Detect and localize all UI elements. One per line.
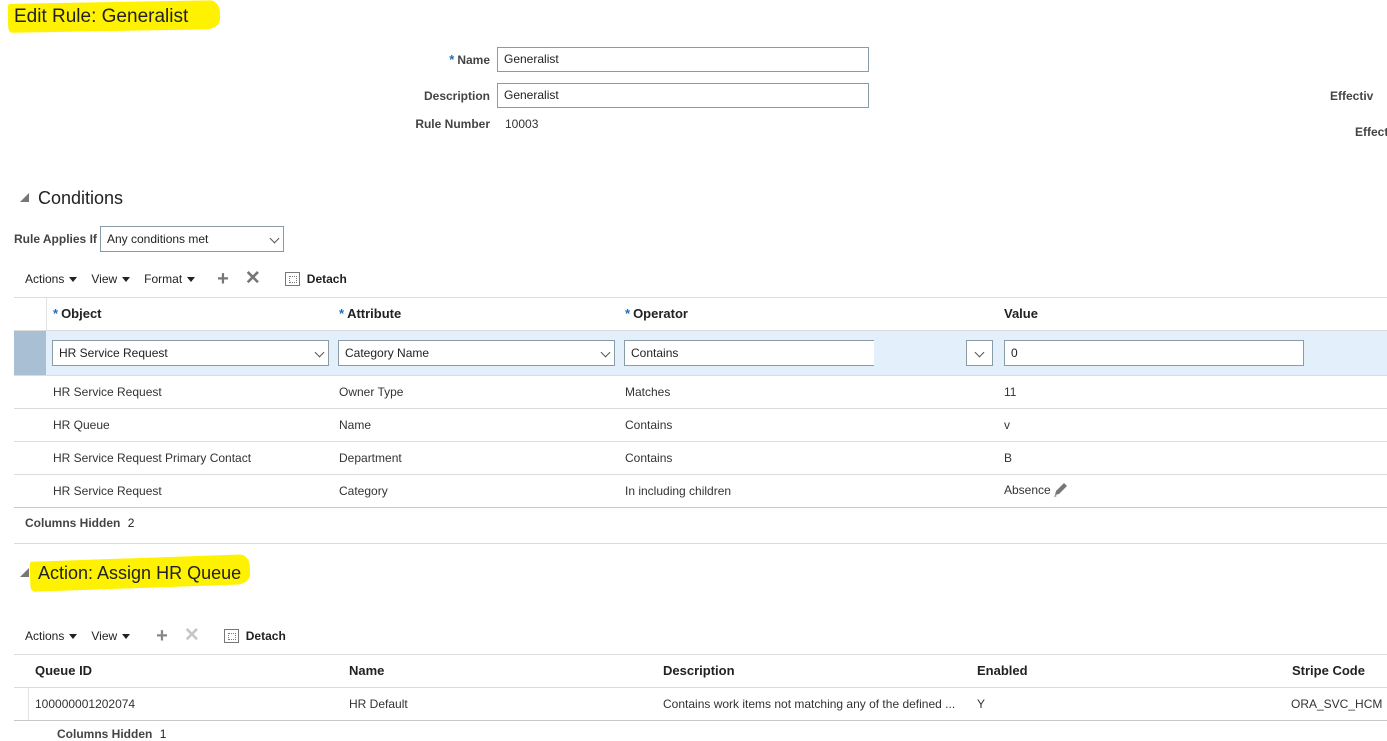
chevron-down-icon (974, 347, 985, 358)
edit-pencil-icon[interactable] (1052, 482, 1069, 498)
cell-object: HR Service Request (53, 484, 162, 498)
add-icon[interactable]: + (217, 269, 229, 289)
cell-operator: Contains (625, 451, 673, 465)
conditions-toolbar: Actions View Format + ✕ Detach (25, 269, 347, 289)
cell-value: v (1004, 418, 1010, 432)
cell-value: B (1004, 451, 1013, 465)
cell-description: Contains work items not matching any of … (663, 697, 956, 711)
column-header-operator[interactable]: * Operator (625, 306, 688, 321)
view-menu[interactable]: View (91, 272, 131, 286)
action-toolbar: Actions View + ✕ Detach (25, 625, 286, 646)
cell-stripe-code: ORA_SVC_HCM (1291, 697, 1383, 711)
rule-applies-label: Rule Applies If (14, 232, 97, 246)
chevron-down-icon (314, 347, 325, 358)
column-header-attribute[interactable]: * Attribute (339, 306, 401, 321)
cell-operator: In including children (625, 484, 732, 498)
cell-operator: Matches (625, 385, 671, 399)
cell-attribute: Owner Type (339, 385, 404, 399)
cell-attribute: Department (339, 451, 402, 465)
conditions-section-title: Conditions (38, 188, 124, 208)
add-icon[interactable]: + (156, 626, 168, 646)
columns-hidden: Columns Hidden 1 (57, 727, 167, 741)
rule-applies-select[interactable]: Any conditions met (100, 226, 284, 252)
rule-number-value: 10003 (505, 117, 539, 131)
column-header-enabled[interactable]: Enabled (977, 663, 1028, 678)
cell-object: HR Service Request (53, 385, 162, 399)
description-field[interactable]: Generalist (497, 83, 869, 108)
description-label: Description (423, 89, 490, 103)
column-header-name[interactable]: Name (349, 663, 384, 678)
column-header-queue-id[interactable]: Queue ID (35, 663, 92, 678)
action-section-title: Action: Assign HR Queue (38, 563, 242, 583)
chevron-down-icon (269, 233, 280, 244)
operator-select[interactable]: Contains (624, 340, 874, 366)
detach-button[interactable]: Detach (307, 272, 347, 286)
detach-icon[interactable] (284, 272, 300, 286)
cell-object: HR Queue (53, 418, 110, 432)
actions-menu[interactable]: Actions (25, 629, 78, 643)
delete-icon: ✕ (183, 625, 200, 646)
detach-icon[interactable] (223, 629, 239, 643)
column-header-description[interactable]: Description (663, 663, 735, 678)
cell-operator: Contains (625, 418, 673, 432)
format-menu[interactable]: Format (144, 272, 196, 286)
operator-dropdown-button[interactable] (966, 340, 993, 366)
delete-icon[interactable]: ✕ (245, 269, 261, 288)
detach-button[interactable]: Detach (246, 629, 286, 643)
chevron-down-icon (600, 347, 611, 358)
page-title: Edit Rule: Generalist (14, 6, 189, 27)
columns-hidden: Columns Hidden 2 (25, 516, 135, 530)
cell-attribute: Category (339, 484, 388, 498)
column-header-value[interactable]: Value (1004, 306, 1038, 321)
cell-value: Absence (1004, 483, 1051, 497)
object-select[interactable]: HR Service Request (52, 340, 329, 366)
collapse-action-icon[interactable] (20, 568, 29, 577)
rule-applies-value: Any conditions met (107, 232, 209, 246)
name-label: * Name (449, 52, 490, 67)
cell-queue-id: 100000001202074 (35, 697, 136, 711)
name-field[interactable]: Generalist (497, 47, 869, 72)
cell-enabled: Y (977, 697, 986, 711)
cell-name: HR Default (349, 697, 408, 711)
collapse-conditions-icon[interactable] (20, 193, 29, 202)
view-menu[interactable]: View (91, 629, 131, 643)
column-header-object[interactable]: * Object (53, 306, 102, 321)
attribute-select[interactable]: Category Name (338, 340, 615, 366)
row-selector[interactable] (14, 331, 46, 375)
cell-value: 11 (1004, 385, 1017, 399)
effective-to-label: Effect (1355, 125, 1387, 139)
cell-object: HR Service Request Primary Contact (53, 451, 252, 465)
rule-number-label: Rule Number (415, 117, 490, 131)
value-field[interactable]: 0 (1004, 340, 1304, 366)
column-header-stripe-code[interactable]: Stripe Code (1292, 663, 1365, 678)
effective-from-label: Effectiv (1330, 89, 1374, 103)
cell-attribute: Name (339, 418, 372, 432)
actions-menu[interactable]: Actions (25, 272, 78, 286)
